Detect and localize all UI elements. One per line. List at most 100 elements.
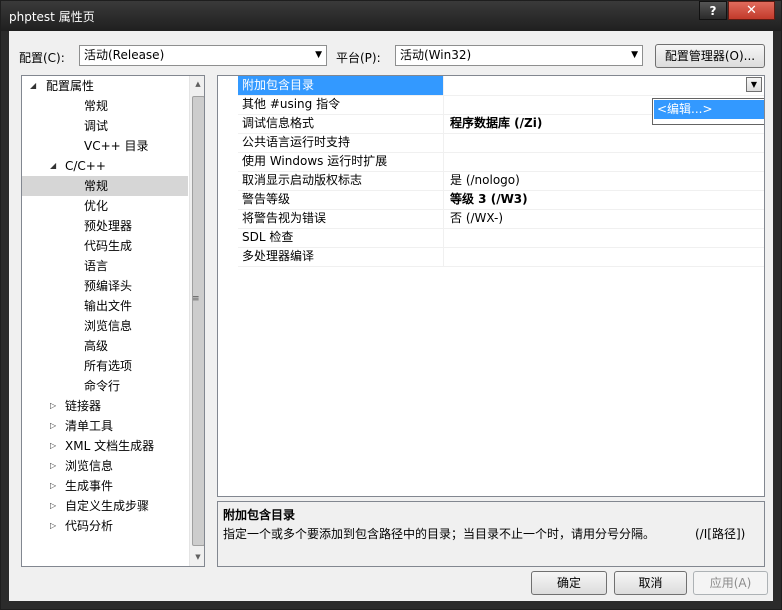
property-row[interactable]: 取消显示启动版权标志是 (/nologo): [238, 171, 764, 191]
scroll-down-icon[interactable]: ▼: [190, 549, 204, 566]
property-value[interactable]: [446, 76, 764, 95]
tree-item-label: 高级: [84, 339, 109, 353]
ok-button[interactable]: 确定: [531, 571, 607, 595]
property-name: 警告等级: [238, 190, 444, 209]
property-value[interactable]: [446, 152, 764, 171]
config-manager-button[interactable]: 配置管理器(O)...: [655, 44, 765, 68]
tree-item[interactable]: ▷ 生成事件: [22, 476, 188, 496]
tree-item[interactable]: 命令行: [22, 376, 188, 396]
dropdown-arrow-icon[interactable]: ▼: [746, 77, 762, 92]
tree-item-label: 配置属性: [46, 79, 95, 93]
scrollbar-thumb[interactable]: [192, 96, 204, 546]
close-button[interactable]: ✕: [728, 1, 775, 20]
property-grid[interactable]: 附加包含目录 ▼ 其他 #using 指令 调试信息格式 程序数据库 (/Zi) 公共语言…: [217, 75, 765, 497]
tree-item[interactable]: ▷ 自定义生成步骤: [22, 496, 188, 516]
tree-item[interactable]: 输出文件: [22, 296, 188, 316]
tree-item[interactable]: 所有选项: [22, 356, 188, 376]
property-value[interactable]: 等级 3 (/W3): [446, 190, 764, 209]
category-tree[interactable]: ▲ ≡ ▼ ◢ 配置属性 常规 调试 VC++ 目录 ◢ C/C++ 常规 优化 预处理器 代码生成…: [21, 75, 205, 567]
property-name: 公共语言运行时支持: [238, 133, 444, 152]
tree-item[interactable]: 预编译头: [22, 276, 188, 296]
description-text: 指定一个或多个要添加到包含路径中的目录；当目录不止一个时，请用分号分隔。: [223, 527, 656, 541]
tree-item[interactable]: 常规: [22, 96, 188, 116]
cancel-button[interactable]: 取消: [614, 571, 687, 595]
property-name: 多处理器编译: [238, 247, 444, 266]
tree-item[interactable]: ▷ 链接器: [22, 396, 188, 416]
tree-item-label: 浏览信息: [65, 459, 114, 473]
tree-item[interactable]: ◢ 配置属性: [22, 76, 188, 96]
window-title: phptest 属性页: [9, 10, 95, 24]
config-label: 配置(C):: [19, 51, 65, 65]
tree-item-label: 所有选项: [84, 359, 133, 373]
property-pages-window: phptest 属性页 ? ✕ 配置(C): 活动(Release) ▼ 平台(…: [0, 0, 782, 610]
tree-item[interactable]: 优化: [22, 196, 188, 216]
property-row[interactable]: 附加包含目录 ▼: [238, 76, 764, 96]
expanded-triangle-icon[interactable]: ◢: [30, 76, 36, 96]
property-value[interactable]: [446, 247, 764, 266]
tree-item-label: 输出文件: [84, 299, 133, 313]
tree-item-label: 命令行: [84, 379, 121, 393]
property-name: 将警告视为错误: [238, 209, 444, 228]
collapsed-triangle-icon[interactable]: ▷: [50, 416, 56, 436]
property-name: 调试信息格式: [238, 114, 444, 133]
tree-item[interactable]: ▷ 清单工具: [22, 416, 188, 436]
tree-item[interactable]: ▷ XML 文档生成器: [22, 436, 188, 456]
property-value[interactable]: [446, 228, 764, 247]
help-button[interactable]: ?: [699, 1, 727, 20]
chevron-down-icon: ▼: [315, 50, 322, 60]
collapsed-triangle-icon[interactable]: ▷: [50, 476, 56, 496]
collapsed-triangle-icon[interactable]: ▷: [50, 396, 56, 416]
tree-item[interactable]: ▷ 浏览信息: [22, 456, 188, 476]
tree-item-label: 常规: [84, 179, 109, 193]
tree-item-label: 生成事件: [65, 479, 114, 493]
collapsed-triangle-icon[interactable]: ▷: [50, 456, 56, 476]
tree-item[interactable]: 浏览信息: [22, 316, 188, 336]
property-name: 使用 Windows 运行时扩展: [238, 152, 444, 171]
title-bar[interactable]: phptest 属性页 ? ✕: [1, 1, 781, 31]
tree-item[interactable]: 高级: [22, 336, 188, 356]
tree-item-label: 代码分析: [65, 519, 114, 533]
tree-item[interactable]: VC++ 目录: [22, 136, 188, 156]
platform-combo[interactable]: 活动(Win32) ▼: [395, 45, 643, 66]
config-combo[interactable]: 活动(Release) ▼: [79, 45, 327, 66]
property-row[interactable]: 公共语言运行时支持: [238, 133, 764, 153]
scroll-up-icon[interactable]: ▲: [190, 76, 204, 93]
property-value[interactable]: [446, 133, 764, 152]
tree-item[interactable]: 调试: [22, 116, 188, 136]
tree-item[interactable]: 预处理器: [22, 216, 188, 236]
tree-item-label: VC++ 目录: [84, 139, 149, 153]
edit-option[interactable]: <编辑...>: [654, 100, 764, 119]
property-row[interactable]: 使用 Windows 运行时扩展: [238, 152, 764, 172]
description-switch: (/I[路径]): [695, 527, 746, 541]
tree-item[interactable]: ◢ C/C++: [22, 156, 188, 176]
tree-item[interactable]: ▷ 代码分析: [22, 516, 188, 536]
grip-icon: ≡: [192, 294, 200, 304]
collapsed-triangle-icon[interactable]: ▷: [50, 496, 56, 516]
property-value[interactable]: 是 (/nologo): [446, 171, 764, 190]
tree-scrollbar[interactable]: ▲ ≡ ▼: [189, 76, 204, 566]
tree-item-label: C/C++: [65, 159, 106, 173]
config-combo-value: 活动(Release): [84, 48, 165, 62]
apply-button[interactable]: 应用(A): [693, 571, 768, 595]
tree-item[interactable]: 常规: [22, 176, 188, 196]
property-row[interactable]: 多处理器编译: [238, 247, 764, 267]
chevron-down-icon: ▼: [631, 50, 638, 60]
property-name: 附加包含目录: [238, 76, 444, 95]
tree-item-label: 常规: [84, 99, 109, 113]
property-value[interactable]: 否 (/WX-): [446, 209, 764, 228]
tree-item[interactable]: 代码生成: [22, 236, 188, 256]
tree-item-label: 代码生成: [84, 239, 133, 253]
collapsed-triangle-icon[interactable]: ▷: [50, 516, 56, 536]
expanded-triangle-icon[interactable]: ◢: [50, 156, 56, 176]
property-row[interactable]: 将警告视为错误否 (/WX-): [238, 209, 764, 229]
property-row[interactable]: SDL 检查: [238, 228, 764, 248]
platform-combo-value: 活动(Win32): [400, 48, 472, 62]
tree-item-label: 链接器: [65, 399, 102, 413]
collapsed-triangle-icon[interactable]: ▷: [50, 436, 56, 456]
tree-item-label: 调试: [84, 119, 109, 133]
tree-item[interactable]: 语言: [22, 256, 188, 276]
property-row[interactable]: 警告等级 等级 3 (/W3): [238, 190, 764, 210]
dropdown-popup: <编辑...>: [652, 98, 764, 125]
tree-item-label: 语言: [84, 259, 109, 273]
tree-item-label: 优化: [84, 199, 109, 213]
